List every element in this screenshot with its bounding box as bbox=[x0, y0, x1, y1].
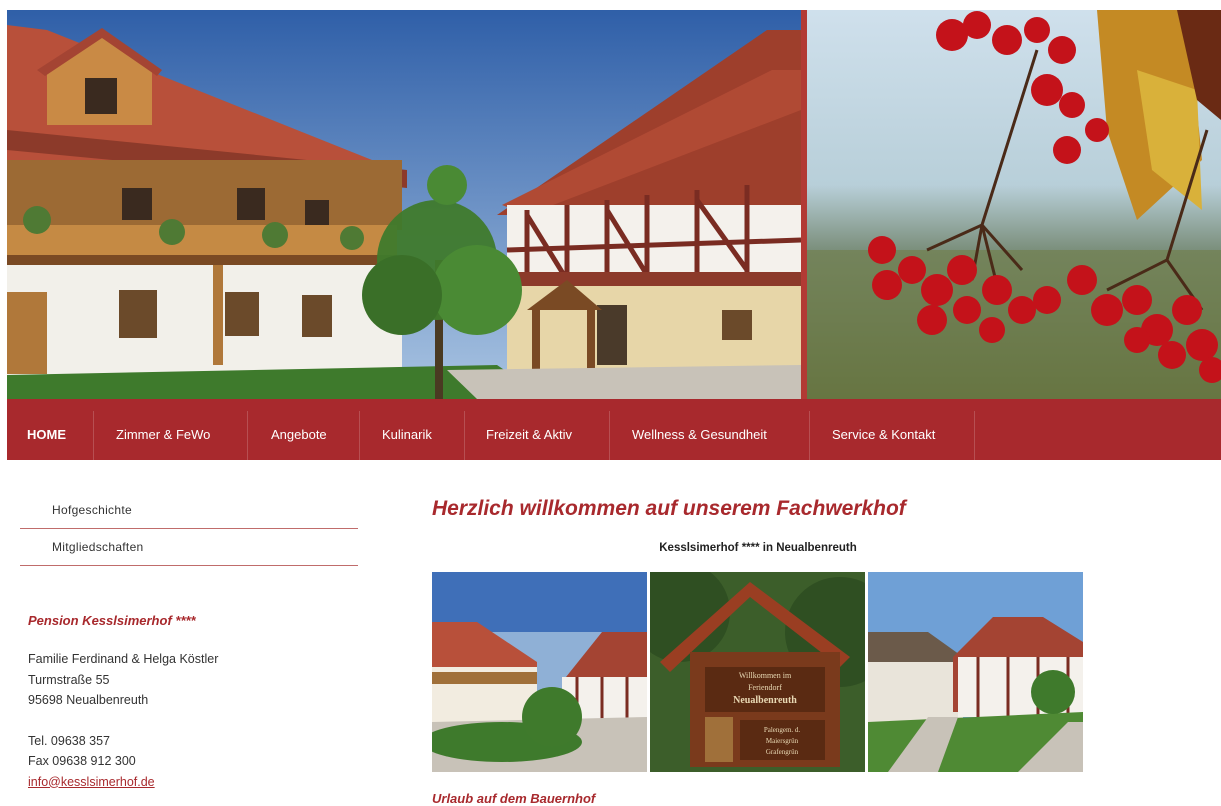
sign-line-2: Feriendorf bbox=[748, 683, 782, 692]
nav-separator bbox=[93, 411, 94, 460]
email-link[interactable]: info@kesslsimerhof.de bbox=[28, 775, 155, 789]
nav-separator bbox=[609, 411, 610, 460]
gallery-image-village-sign[interactable]: Willkommen im Feriendorf Neualbenreuth P… bbox=[650, 572, 865, 772]
sign-line-3: Neualbenreuth bbox=[733, 695, 797, 706]
nav-angebote[interactable]: Angebote bbox=[271, 399, 327, 460]
nav-kulinarik[interactable]: Kulinarik bbox=[382, 399, 432, 460]
sign-line-6: Grafengrün bbox=[766, 748, 799, 756]
nav-separator bbox=[247, 411, 248, 460]
phone-number: Tel. 09638 357 bbox=[28, 733, 111, 748]
gallery-image-courtyard[interactable] bbox=[432, 572, 647, 772]
berries-photo bbox=[807, 10, 1221, 399]
contact-address: Familie Ferdinand & Helga Köstler Turmst… bbox=[28, 649, 218, 792]
nav-freizeit-aktiv[interactable]: Freizeit & Aktiv bbox=[486, 399, 572, 460]
sidebar-item-hofgeschichte[interactable]: Hofgeschichte bbox=[20, 492, 358, 529]
address-city: 95698 Neualbenreuth bbox=[28, 693, 149, 707]
gallery-image-village-street[interactable] bbox=[868, 572, 1083, 772]
nav-zimmer-fewo[interactable]: Zimmer & FeWo bbox=[116, 399, 210, 460]
sidebar-menu: Hofgeschichte Mitgliedschaften bbox=[20, 492, 358, 566]
sign-line-4: Palengem. d. bbox=[764, 726, 801, 734]
page-title: Herzlich willkommen auf unserem Fachwerk… bbox=[432, 497, 906, 520]
farmhouse-photo bbox=[7, 10, 801, 399]
nav-separator bbox=[359, 411, 360, 460]
sign-line-1: Willkommen im bbox=[739, 671, 792, 680]
pension-title: Pension Kesslsimerhof **** bbox=[28, 613, 196, 628]
section-title: Urlaub auf dem Bauernhof bbox=[432, 791, 596, 806]
address-gap bbox=[28, 711, 218, 731]
address-street: Turmstraße 55 bbox=[28, 672, 110, 687]
main-navigation: HOME Zimmer & FeWo Angebote Kulinarik Fr… bbox=[7, 399, 1221, 460]
nav-separator bbox=[464, 411, 465, 460]
header-banner bbox=[7, 10, 1221, 399]
sign-line-5: Maiersgrün bbox=[766, 737, 799, 745]
nav-wellness-gesundheit[interactable]: Wellness & Gesundheit bbox=[632, 399, 767, 460]
page-subtitle: Kesslsimerhof **** in Neualbenreuth bbox=[659, 542, 857, 554]
sidebar-item-mitgliedschaften[interactable]: Mitgliedschaften bbox=[20, 529, 358, 566]
nav-separator bbox=[974, 411, 975, 460]
address-family: Familie Ferdinand & Helga Köstler bbox=[28, 652, 219, 666]
nav-service-kontakt[interactable]: Service & Kontakt bbox=[832, 399, 935, 460]
nav-separator bbox=[809, 411, 810, 460]
nav-home[interactable]: HOME bbox=[27, 399, 66, 460]
fax-number: Fax 09638 912 300 bbox=[28, 754, 136, 768]
